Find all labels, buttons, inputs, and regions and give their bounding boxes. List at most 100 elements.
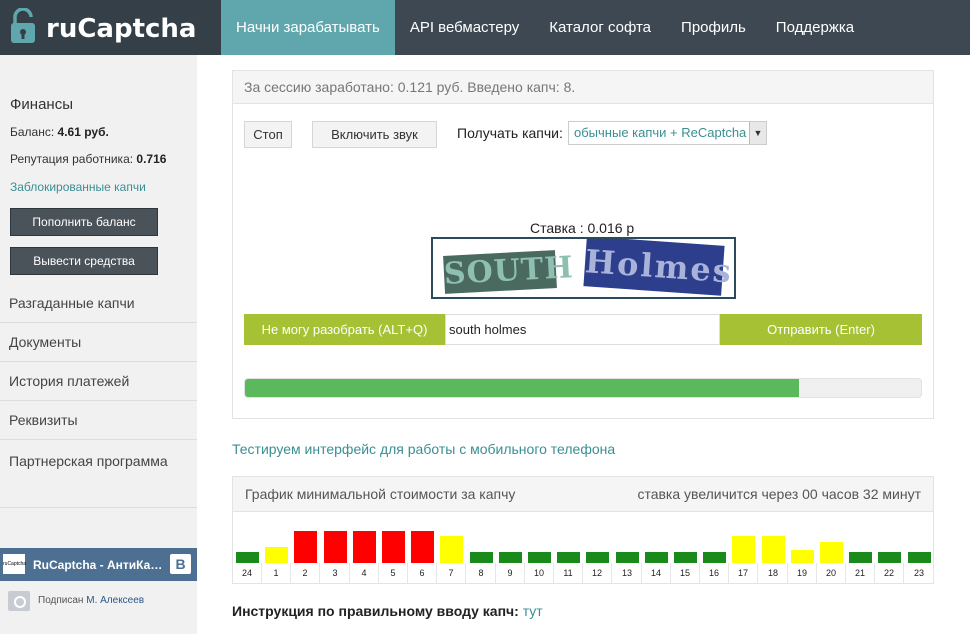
nav-start-earning[interactable]: Начни зарабатывать [221, 0, 395, 55]
chart-tick-label: 9 [496, 563, 525, 584]
chart-tick-label: 23 [905, 563, 934, 584]
withdraw-funds-button[interactable]: Вывести средства [10, 247, 158, 275]
chart-bar-4 [353, 531, 376, 563]
chart-tick-label: 6 [408, 563, 437, 584]
chart-bar-6 [411, 531, 434, 563]
submit-answer-button[interactable]: Отправить (Enter) [720, 314, 922, 345]
reputation-label: Репутация работника: [10, 152, 134, 166]
chart-bar-14 [645, 552, 668, 563]
chart-bar-8 [470, 552, 493, 563]
chart-bar-15 [674, 552, 697, 563]
chart-bar-9 [499, 552, 522, 563]
chart-bar-11 [557, 552, 580, 563]
nav-api-webmaster[interactable]: API вебмастеру [395, 0, 534, 55]
chart-tick-label: 11 [554, 563, 583, 584]
chart-bar-22 [878, 552, 901, 563]
captcha-answer-input[interactable] [445, 314, 720, 345]
chart-bar-24 [236, 552, 259, 563]
chart-tick-label: 18 [759, 563, 788, 584]
chart-bar-21 [849, 552, 872, 563]
reputation-value: 0.716 [136, 152, 167, 166]
chart-tick-label: 21 [846, 563, 875, 584]
captcha-type-value: обычные капчи + ReCaptcha [574, 125, 747, 140]
sidebar-item-partner-program[interactable]: Партнерская программа [0, 440, 197, 508]
mobile-interface-link[interactable]: Тестируем интерфейс для работы с мобильн… [232, 441, 615, 457]
chart-tick-label: 22 [875, 563, 904, 584]
nav-support[interactable]: Поддержка [761, 0, 869, 55]
sidebar-item-solved-captchas[interactable]: Разгаданные капчи [0, 284, 197, 323]
chart-bar-17 [732, 536, 755, 563]
chart-tick-label: 16 [700, 563, 729, 584]
instruction-line: Инструкция по правильному вводу капч: ту… [232, 603, 543, 619]
chart-tick-label: 5 [379, 563, 408, 584]
enable-sound-button[interactable]: Включить звук [312, 121, 437, 148]
chart-bar-19 [791, 550, 814, 563]
topup-balance-button[interactable]: Пополнить баланс [10, 208, 158, 236]
chart-x-axis: 24 1 2 3 4 5 6 7 8 9 10 11 12 13 14 15 16 17 18 19 20 21 22 23 [233, 563, 934, 584]
blocked-captchas-link[interactable]: Заблокированные капчи [10, 180, 146, 194]
chart-tick-label: 2 [291, 563, 320, 584]
sidebar-menu: Разгаданные капчи Документы История плат… [0, 284, 197, 508]
session-stats: За сессию заработано: 0.121 руб. Введено… [233, 71, 933, 104]
chart-tick-label: 15 [671, 563, 700, 584]
sidebar-item-requisites[interactable]: Реквизиты [0, 401, 197, 440]
balance-line: Баланс: 4.61 руб. [10, 125, 109, 139]
instruction-link[interactable]: тут [523, 603, 543, 619]
timer-progress-bar [244, 378, 922, 398]
logo[interactable]: ruCaptcha [0, 0, 221, 55]
padlock-icon [11, 8, 35, 43]
chart-bar-12 [586, 552, 609, 563]
chart-tick-label: 10 [525, 563, 554, 584]
captcha-word-2: Holmes [583, 239, 734, 296]
chart-tick-label: 1 [262, 563, 291, 584]
vk-subscribed-prefix: Подписан [38, 595, 84, 606]
timer-progress-fill [245, 379, 800, 397]
cannot-solve-button[interactable]: Не могу разобрать (ALT+Q) [244, 314, 445, 345]
rate-text: Ставка : 0.016 р [530, 220, 635, 236]
instruction-text: Инструкция по правильному вводу капч: [232, 603, 519, 619]
nav-software-catalog[interactable]: Каталог софта [534, 0, 666, 55]
sidebar-item-payment-history[interactable]: История платежей [0, 362, 197, 401]
nav-profile[interactable]: Профиль [666, 0, 761, 55]
chart-bar-10 [528, 552, 551, 563]
chart-tick-label: 20 [817, 563, 846, 584]
chart-subtitle: ставка увеличится через 00 часов 32 мину… [637, 486, 921, 502]
chart-tick-label: 13 [613, 563, 642, 584]
chart-bar-23 [908, 552, 931, 563]
chart-bar-2 [294, 531, 317, 563]
chevron-down-icon[interactable]: ▼ [749, 122, 766, 144]
chart-tick-label: 14 [642, 563, 671, 584]
balance-value: 4.61 руб. [57, 125, 109, 139]
balance-label: Баланс: [10, 125, 55, 139]
top-navbar: ruCaptcha Начни зарабатывать API вебмаст… [0, 0, 970, 55]
vk-subscriber-name[interactable]: М. Алексеев [86, 595, 144, 606]
vk-group-avatar: ruCaptcha [3, 554, 26, 574]
vk-widget-header[interactable]: ruCaptcha RuCaptcha - АнтиКа… B [0, 548, 197, 581]
chart-bar-18 [762, 536, 785, 563]
chart-tick-label: 8 [467, 563, 496, 584]
reputation-line: Репутация работника: 0.716 [10, 152, 166, 166]
captcha-image: SOUTH Holmes [431, 237, 736, 299]
chart-bars [233, 513, 933, 563]
vk-icon[interactable]: B [170, 554, 191, 574]
chart-tick-label: 7 [437, 563, 466, 584]
chart-bar-5 [382, 531, 405, 563]
receive-captchas-label: Получать капчи: [457, 125, 563, 141]
vk-subscribed-row: Подписан М. Алексеев [0, 581, 197, 621]
chart-tick-label: 24 [233, 563, 262, 584]
chart-tick-label: 4 [350, 563, 379, 584]
main-nav: Начни зарабатывать API вебмастеру Катало… [221, 0, 869, 55]
chart-tick-label: 17 [729, 563, 758, 584]
captcha-word-1: SOUTH [443, 250, 575, 294]
captcha-type-select[interactable]: обычные капчи + ReCaptcha ▼ [568, 121, 767, 145]
chart-bar-3 [324, 531, 347, 563]
vk-group-title[interactable]: RuCaptcha - АнтиКа… [33, 558, 162, 572]
sidebar-item-documents[interactable]: Документы [0, 323, 197, 362]
chart-bar-7 [440, 536, 463, 563]
vk-subscribed-text: Подписан М. Алексеев [38, 595, 144, 606]
captcha-work-panel: За сессию заработано: 0.121 руб. Введено… [232, 70, 934, 419]
sidebar: Финансы Баланс: 4.61 руб. Репутация рабо… [0, 55, 197, 634]
stop-button[interactable]: Стоп [244, 121, 292, 148]
chart-tick-label: 12 [583, 563, 612, 584]
chart-bar-16 [703, 552, 726, 563]
